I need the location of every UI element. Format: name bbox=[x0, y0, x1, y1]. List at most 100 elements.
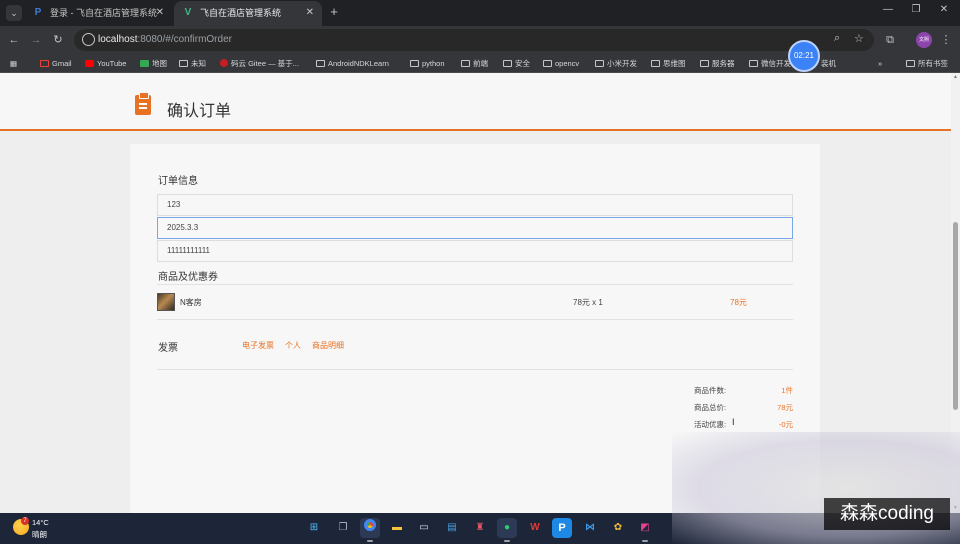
bookmark-star-icon[interactable]: ☆ bbox=[854, 32, 864, 45]
folder-icon bbox=[651, 60, 660, 67]
invoice-label: 发票 bbox=[158, 343, 178, 354]
reload-icon[interactable]: ↻ bbox=[50, 32, 66, 48]
tab-title: 飞自在酒店管理系统 bbox=[200, 8, 282, 18]
folder-icon bbox=[410, 60, 419, 67]
url-text[interactable]: localhost:8080/#/confirmOrder bbox=[98, 29, 232, 51]
new-tab-button[interactable]: + bbox=[326, 4, 342, 20]
tab-title: 登录 - 飞自在酒店管理系统 bbox=[50, 8, 157, 18]
tab-search-button[interactable]: ⌄ bbox=[6, 5, 22, 21]
summary-label-count: 商品件数: bbox=[694, 386, 727, 395]
bookmark-folder[interactable]: 思维图 bbox=[651, 57, 686, 70]
clipboard-icon bbox=[135, 92, 151, 115]
invoice-option-details[interactable]: 商品明细 bbox=[312, 340, 344, 351]
weather-condition[interactable]: 晴朗 bbox=[32, 529, 47, 540]
menu-icon[interactable]: ⋮ bbox=[938, 32, 954, 48]
summary-value-discount: -0元 bbox=[778, 420, 793, 429]
bookmark-maps[interactable]: 地图 bbox=[140, 57, 167, 70]
folder-icon bbox=[316, 60, 325, 67]
paw-app-icon[interactable]: ✿ bbox=[608, 518, 628, 538]
apps-grid-icon[interactable]: ▦ bbox=[10, 57, 17, 70]
bookmark-folder[interactable]: 微信开发 bbox=[749, 57, 791, 70]
extensions-icon[interactable]: ⧉ bbox=[882, 32, 898, 48]
all-bookmarks[interactable]: 所有书签 bbox=[906, 57, 948, 70]
youtube-icon bbox=[85, 60, 94, 67]
vscode-icon[interactable]: ⋈ bbox=[580, 518, 600, 538]
notepad-icon[interactable]: ▤ bbox=[442, 518, 462, 538]
page-title: 确认订单 bbox=[167, 103, 232, 120]
game-icon[interactable]: ♜ bbox=[470, 518, 490, 538]
close-icon[interactable]: ✕ bbox=[306, 1, 314, 25]
gitee-icon bbox=[220, 59, 228, 67]
scroll-up-icon[interactable]: ▲ bbox=[952, 74, 959, 80]
recording-timer: 02:21 bbox=[788, 40, 820, 72]
more-bookmarks-icon[interactable]: » bbox=[878, 57, 882, 70]
pycharm-style-p-icon[interactable]: P bbox=[552, 518, 572, 538]
minimize-icon[interactable]: — bbox=[880, 4, 896, 15]
file-explorer-icon[interactable]: ▬ bbox=[387, 518, 407, 538]
folder-icon bbox=[906, 60, 915, 67]
bookmark-gitee[interactable]: 码云 Gitee — 基于... bbox=[220, 57, 299, 70]
bookmark-folder[interactable]: 未知 bbox=[179, 57, 206, 70]
bookmark-folder[interactable]: 安全 bbox=[503, 57, 530, 70]
scrollbar-thumb[interactable] bbox=[953, 222, 958, 410]
watermark: 森森coding bbox=[824, 498, 950, 530]
divider bbox=[157, 284, 793, 285]
zoom-icon[interactable]: ⌕ bbox=[834, 32, 840, 45]
order-field-date[interactable]: 2025.3.3 bbox=[157, 217, 793, 239]
wechat-icon[interactable]: ● bbox=[497, 518, 517, 542]
webstorm-style-icon[interactable]: ◩ bbox=[635, 518, 655, 542]
bookmark-youtube[interactable]: YouTube bbox=[85, 57, 126, 70]
address-bar[interactable]: localhost:8080/#/confirmOrder ⌕ ☆ bbox=[74, 29, 874, 51]
bookmark-folder[interactable]: 装机 bbox=[821, 57, 836, 70]
invoice-option-personal[interactable]: 个人 bbox=[285, 340, 301, 351]
weather-temp[interactable]: 14°C bbox=[32, 518, 49, 527]
room-total: 78元 bbox=[730, 298, 747, 307]
bookmark-gmail[interactable]: Gmail bbox=[40, 57, 72, 70]
close-icon[interactable]: ✕ bbox=[156, 1, 164, 25]
bookmark-folder[interactable]: AndroidNDKLearn bbox=[316, 57, 389, 70]
summary-value-total: 78元 bbox=[777, 403, 793, 412]
chrome-icon[interactable] bbox=[360, 518, 380, 542]
page-header: 确认订单 bbox=[0, 73, 951, 131]
bookmark-folder[interactable]: python bbox=[410, 57, 445, 70]
goods-heading: 商品及优惠券 bbox=[158, 272, 218, 283]
windows-start-icon[interactable]: ⊞ bbox=[304, 518, 324, 538]
terminal-icon[interactable]: ▭ bbox=[414, 518, 434, 538]
wps-icon[interactable]: W bbox=[525, 518, 545, 538]
maps-icon bbox=[140, 60, 149, 67]
back-icon[interactable]: ← bbox=[6, 32, 22, 48]
folder-icon bbox=[503, 60, 512, 67]
bookmark-folder[interactable]: 小米开发 bbox=[595, 57, 637, 70]
order-field-phone[interactable]: 11111111111 bbox=[157, 240, 793, 262]
folder-icon bbox=[749, 60, 758, 67]
room-thumbnail bbox=[157, 293, 175, 311]
text-cursor-icon: I bbox=[732, 417, 735, 427]
site-info-icon[interactable] bbox=[82, 33, 95, 46]
paypal-style-p-icon: P bbox=[34, 7, 42, 18]
folder-icon bbox=[595, 60, 604, 67]
weather-badge: 7 bbox=[21, 517, 29, 525]
folder-icon bbox=[461, 60, 470, 67]
invoice-option-electronic[interactable]: 电子发票 bbox=[242, 340, 274, 351]
restore-icon[interactable]: ❐ bbox=[908, 4, 924, 15]
summary-value-count: 1件 bbox=[781, 386, 793, 395]
folder-icon bbox=[543, 60, 552, 67]
divider bbox=[157, 369, 793, 370]
forward-icon[interactable]: → bbox=[28, 32, 44, 48]
summary-label-total: 商品总价: bbox=[694, 403, 727, 412]
bookmark-folder[interactable]: 服务器 bbox=[700, 57, 735, 70]
room-name: N客房 bbox=[180, 298, 202, 307]
summary-label-discount: 活动优惠: bbox=[694, 420, 727, 429]
tab-login[interactable]: P 登录 - 飞自在酒店管理系统 ✕ bbox=[24, 1, 172, 26]
task-view-icon[interactable]: ❐ bbox=[333, 518, 353, 538]
bookmark-folder[interactable]: 前端 bbox=[461, 57, 488, 70]
order-field-name[interactable]: 123 bbox=[157, 194, 793, 216]
folder-icon bbox=[179, 60, 188, 67]
close-window-icon[interactable]: ✕ bbox=[936, 4, 952, 15]
tab-hotel-system[interactable]: V 飞自在酒店管理系统 ✕ bbox=[174, 1, 322, 26]
room-price-qty: 78元 x 1 bbox=[573, 298, 603, 307]
gmail-icon bbox=[40, 60, 49, 67]
divider bbox=[157, 319, 793, 320]
avatar[interactable]: 文熙 bbox=[916, 32, 932, 48]
bookmark-folder[interactable]: opencv bbox=[543, 57, 579, 70]
